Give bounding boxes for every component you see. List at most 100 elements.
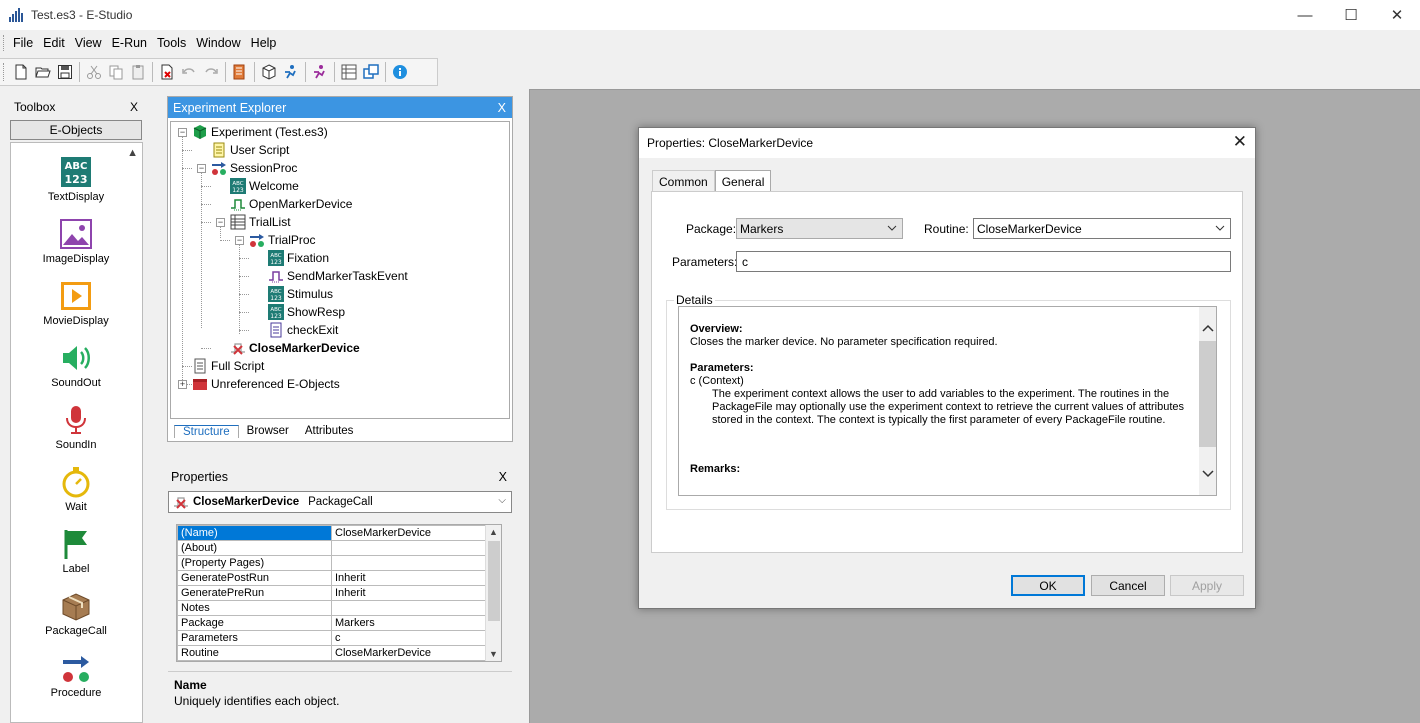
tree-node-triallist[interactable]: TrialList — [230, 213, 291, 231]
tool-soundout[interactable]: SoundOut — [11, 341, 141, 389]
tab-attributes[interactable]: Attributes — [297, 425, 362, 438]
tree-node-openmarkerdevice[interactable]: OpenMarkerDevice — [230, 195, 352, 213]
routine-select[interactable]: CloseMarkerDevice — [973, 218, 1231, 239]
new-file-icon[interactable] — [10, 61, 32, 83]
experiment-tree: − − − − + Experiment (Test.es3) User Scr… — [170, 121, 510, 419]
delete-icon[interactable] — [156, 61, 178, 83]
tab-general[interactable]: General — [714, 170, 772, 193]
layout-icon[interactable] — [338, 61, 360, 83]
run-icon[interactable] — [280, 61, 302, 83]
windows-icon[interactable] — [360, 61, 382, 83]
apply-button[interactable]: Apply — [1170, 575, 1244, 596]
cut-icon[interactable] — [83, 61, 105, 83]
menu-view[interactable]: View — [70, 36, 107, 50]
table-row[interactable]: Parameters c — [177, 630, 487, 646]
menu-window[interactable]: Window — [191, 36, 245, 50]
window-title: Test.es3 - E-Studio — [31, 8, 133, 22]
routine-label: Routine: — [924, 222, 969, 236]
copy-icon[interactable] — [105, 61, 127, 83]
generate-script-icon[interactable] — [229, 61, 251, 83]
maximize-button[interactable]: ☐ — [1328, 0, 1374, 30]
table-row[interactable]: Notes — [177, 600, 487, 616]
menu-edit[interactable]: Edit — [38, 36, 70, 50]
scroll-up-icon[interactable]: ▲ — [489, 527, 498, 537]
package-select[interactable]: Markers — [736, 218, 903, 239]
minimize-button[interactable]: — — [1282, 0, 1328, 30]
tool-imagedisplay[interactable]: ImageDisplay — [11, 217, 141, 265]
menu-help[interactable]: Help — [246, 36, 282, 50]
paste-icon[interactable] — [127, 61, 149, 83]
tree-node-stimulus[interactable]: ABC 123 Stimulus — [268, 285, 333, 303]
details-scrollbar[interactable] — [1199, 307, 1216, 495]
tool-packagecall[interactable]: PackageCall — [11, 589, 141, 637]
property-grid-scrollbar[interactable]: ▲ ▼ — [485, 525, 501, 661]
close-window-button[interactable]: ✕ — [1374, 0, 1420, 30]
menu-bar: File Edit View E-Run Tools Window Help — [0, 32, 281, 54]
scroll-down-icon[interactable] — [1202, 467, 1214, 479]
tree-node-experiment[interactable]: Experiment (Test.es3) — [192, 123, 328, 141]
list-table-icon — [230, 214, 246, 230]
toolbox-tab-e-objects[interactable]: E-Objects — [10, 120, 142, 140]
tree-node-welcome[interactable]: ABC 123 Welcome — [230, 177, 299, 195]
debug-run-icon[interactable] — [309, 61, 331, 83]
tab-common[interactable]: Common — [652, 170, 715, 192]
expander-trialproc[interactable]: − — [235, 236, 244, 245]
info-icon[interactable] — [389, 61, 411, 83]
tree-node-user-script[interactable]: User Script — [211, 141, 289, 159]
table-row[interactable]: Routine CloseMarkerDevice — [177, 645, 487, 661]
toolbar-grip[interactable] — [3, 63, 6, 81]
tree-node-sendmarkertaskevent[interactable]: SendMarkerTaskEvent — [268, 267, 408, 285]
chevron-down-icon[interactable]: ⌵ — [498, 495, 506, 506]
tool-procedure[interactable]: Procedure — [11, 651, 141, 699]
tree-node-full-script[interactable]: Full Script — [192, 357, 264, 375]
microphone-icon — [59, 403, 93, 437]
toolbox-close-button[interactable]: X — [130, 100, 138, 114]
expander-unreferenced[interactable]: + — [178, 380, 187, 389]
table-row[interactable]: (About) — [177, 540, 487, 556]
menubar-grip[interactable] — [3, 35, 6, 51]
tool-moviedisplay[interactable]: MovieDisplay — [11, 279, 141, 327]
scroll-up-icon[interactable] — [1202, 323, 1214, 335]
parameters-input[interactable]: c — [736, 251, 1231, 272]
redo-icon[interactable] — [200, 61, 222, 83]
tool-soundin[interactable]: SoundIn — [11, 403, 141, 451]
expander-experiment[interactable]: − — [178, 128, 187, 137]
dialog-close-button[interactable]: ✕ — [1233, 132, 1247, 152]
tree-node-sessionproc[interactable]: SessionProc — [211, 159, 297, 177]
table-row[interactable]: GeneratePostRun Inherit — [177, 570, 487, 586]
properties-close-button[interactable]: X — [499, 470, 507, 484]
explorer-close-button[interactable]: X — [498, 101, 506, 115]
tree-node-unreferenced[interactable]: Unreferenced E-Objects — [192, 375, 340, 393]
save-icon[interactable] — [54, 61, 76, 83]
tree-node-closemarkerdevice[interactable]: CloseMarkerDevice — [230, 339, 360, 357]
undo-icon[interactable] — [178, 61, 200, 83]
tab-structure[interactable]: Structure — [174, 425, 239, 438]
svg-text:123: 123 — [270, 259, 282, 266]
menu-tools[interactable]: Tools — [152, 36, 191, 50]
expander-sessionproc[interactable]: − — [197, 164, 206, 173]
tree-node-fixation[interactable]: ABC 123 Fixation — [268, 249, 329, 267]
table-row[interactable]: (Property Pages) — [177, 555, 487, 571]
scroll-down-icon[interactable]: ▼ — [489, 649, 498, 659]
tool-wait[interactable]: Wait — [11, 465, 141, 513]
tool-label[interactable]: Label — [11, 527, 141, 575]
parameter-name: c (Context) — [690, 375, 744, 387]
experiment-icon[interactable] — [258, 61, 280, 83]
table-row[interactable]: Package Markers — [177, 615, 487, 631]
menu-file[interactable]: File — [8, 36, 38, 50]
table-row[interactable]: (Name) CloseMarkerDevice — [177, 525, 487, 541]
cancel-button[interactable]: Cancel — [1091, 575, 1165, 596]
text-display-icon: ABC 123 — [268, 250, 284, 266]
ok-button[interactable]: OK — [1011, 575, 1085, 596]
table-row[interactable]: GeneratePreRun Inherit — [177, 585, 487, 601]
open-folder-icon[interactable] — [32, 61, 54, 83]
tool-textdisplay[interactable]: ABC 123 TextDisplay — [11, 155, 141, 203]
tree-node-trialproc[interactable]: TrialProc — [249, 231, 316, 249]
object-selector[interactable]: CloseMarkerDevice PackageCall ⌵ — [168, 491, 512, 513]
tab-browser[interactable]: Browser — [239, 425, 297, 438]
menu-e-run[interactable]: E-Run — [107, 36, 152, 50]
tree-node-showresp[interactable]: ABC 123 ShowResp — [268, 303, 345, 321]
flag-icon — [59, 527, 93, 561]
expander-triallist[interactable]: − — [216, 218, 225, 227]
tree-node-checkexit[interactable]: checkExit — [268, 321, 338, 339]
